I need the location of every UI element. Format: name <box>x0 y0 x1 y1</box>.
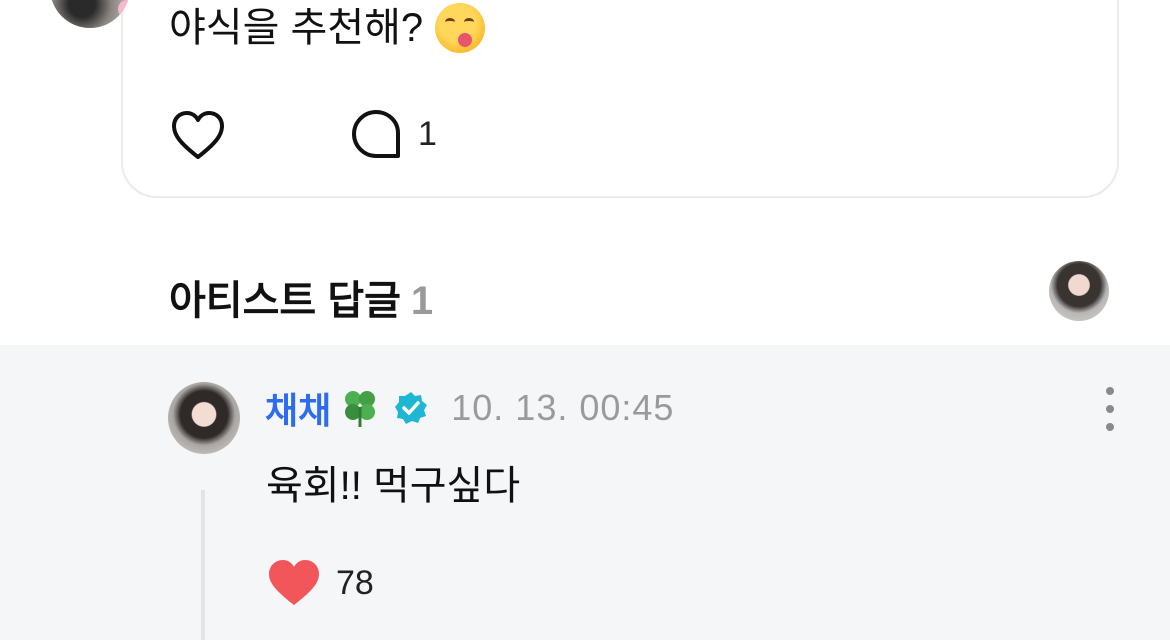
heart-outline-icon <box>172 111 224 159</box>
like-button[interactable] <box>170 108 226 162</box>
verified-badge-icon <box>395 392 428 424</box>
reply-author-name[interactable]: 채채 <box>265 382 331 434</box>
artist-replies-count: 1 <box>410 279 434 323</box>
four-leaf-clover-icon <box>345 391 376 427</box>
artist-replies-label: 아티스트 답글 <box>169 279 401 323</box>
artist-replies-title: 아티스트 답글 1 <box>169 268 433 326</box>
reply-timestamp: 10. 13. 00:45 <box>451 387 675 428</box>
post-text: 야식을 추천해? <box>169 6 424 50</box>
reply-like-button[interactable]: 78 <box>266 557 374 609</box>
artist-reply: 채채 10. 13. 00:45 육회!! 먹구싶다 78 <box>0 345 1170 640</box>
more-dot-icon <box>1106 405 1114 413</box>
artist-avatar[interactable] <box>1049 261 1109 321</box>
reply-header: 채채 10. 13. 00:45 <box>265 383 674 433</box>
comment-count: 1 <box>418 114 437 153</box>
thread-line <box>201 490 205 640</box>
more-dot-icon <box>1106 387 1114 395</box>
reply-text: 육회!! 먹구싶다 <box>266 464 521 508</box>
post-author-avatar[interactable] <box>50 0 130 28</box>
heart-filled-icon <box>269 560 319 605</box>
comment-button[interactable]: 1 <box>350 108 437 160</box>
more-dot-icon <box>1106 423 1114 431</box>
post-body: 야식을 추천해? <box>169 3 486 53</box>
more-options-button[interactable] <box>1098 387 1122 431</box>
reply-author-avatar[interactable] <box>168 382 240 454</box>
face-savoring-food-icon <box>435 3 486 53</box>
reply-like-count: 78 <box>336 563 374 602</box>
comment-bubble-icon <box>352 110 400 158</box>
